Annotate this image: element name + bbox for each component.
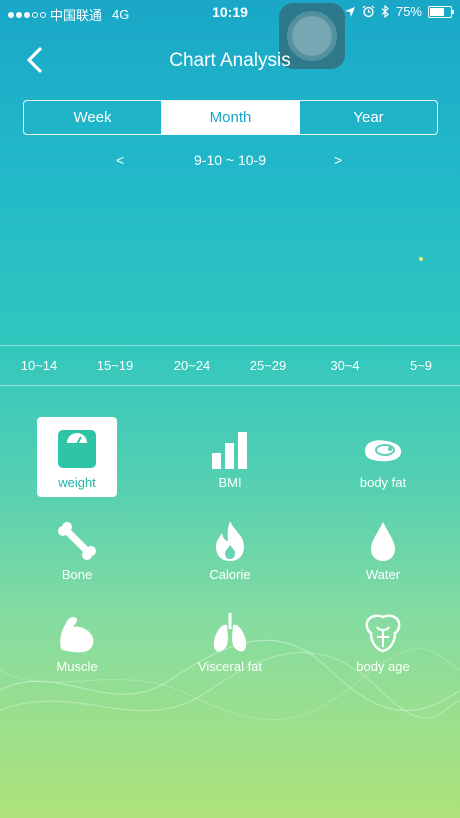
location-arrow-icon xyxy=(344,6,355,17)
x-tick: 20~24 xyxy=(173,358,211,373)
meat-icon xyxy=(365,440,402,462)
metric-label: weight xyxy=(58,475,96,490)
x-tick: 5~9 xyxy=(409,358,433,373)
metric-label: body age xyxy=(356,659,410,674)
bluetooth-icon xyxy=(381,5,389,18)
tab-year[interactable]: Year xyxy=(300,101,437,134)
next-period-button[interactable]: > xyxy=(334,152,342,168)
tab-week[interactable]: Week xyxy=(24,101,162,134)
x-tick: 15~19 xyxy=(96,358,134,373)
metric-body-age[interactable]: body age xyxy=(343,601,423,681)
chart-data-point xyxy=(419,257,423,261)
battery-icon xyxy=(428,5,454,18)
battery-percent: 75% xyxy=(395,4,422,19)
period-tabs: Week Month Year xyxy=(23,100,438,135)
lungs-icon xyxy=(213,613,247,652)
metric-label: Muscle xyxy=(56,659,98,674)
metric-label: Bone xyxy=(61,567,93,582)
bar-chart-icon xyxy=(212,432,247,469)
metric-label: Visceral fat xyxy=(197,659,263,674)
flame-icon xyxy=(216,521,244,561)
bone-icon xyxy=(58,522,96,560)
metric-label: body fat xyxy=(359,475,407,490)
period-range: 9-10 ~ 10-9 xyxy=(194,152,266,168)
page-title: Chart Analysis xyxy=(169,50,291,71)
metric-weight[interactable]: weight xyxy=(37,417,117,497)
metric-bone[interactable]: Bone xyxy=(37,509,117,589)
status-right: 75% xyxy=(344,4,454,19)
metric-muscle[interactable]: Muscle xyxy=(37,601,117,681)
scale-icon xyxy=(58,430,96,468)
metric-calorie[interactable]: Calorie xyxy=(190,509,270,589)
metric-water[interactable]: Water xyxy=(343,509,423,589)
x-axis-strip: 10~14 15~19 20~24 25~29 30~4 5~9 xyxy=(0,345,460,386)
x-tick: 25~29 xyxy=(249,358,287,373)
period-selector: < 9-10 ~ 10-9 > xyxy=(0,152,460,172)
tab-month[interactable]: Month xyxy=(162,101,300,134)
metric-bmi[interactable]: BMI xyxy=(190,417,270,497)
metric-label: BMI xyxy=(218,475,242,490)
muscle-arm-icon xyxy=(60,617,94,653)
metric-label: Water xyxy=(365,567,401,582)
torso-icon xyxy=(365,614,401,653)
status-bar: 中国联通 4G 10:19 75% xyxy=(0,0,460,24)
metric-visceral-fat[interactable]: Visceral fat xyxy=(190,601,270,681)
water-drop-icon xyxy=(371,522,395,561)
alarm-clock-icon xyxy=(362,5,375,18)
metric-body-fat[interactable]: body fat xyxy=(343,417,423,497)
metric-label: Calorie xyxy=(209,567,251,582)
x-tick: 30~4 xyxy=(330,358,360,373)
x-tick: 10~14 xyxy=(20,358,58,373)
